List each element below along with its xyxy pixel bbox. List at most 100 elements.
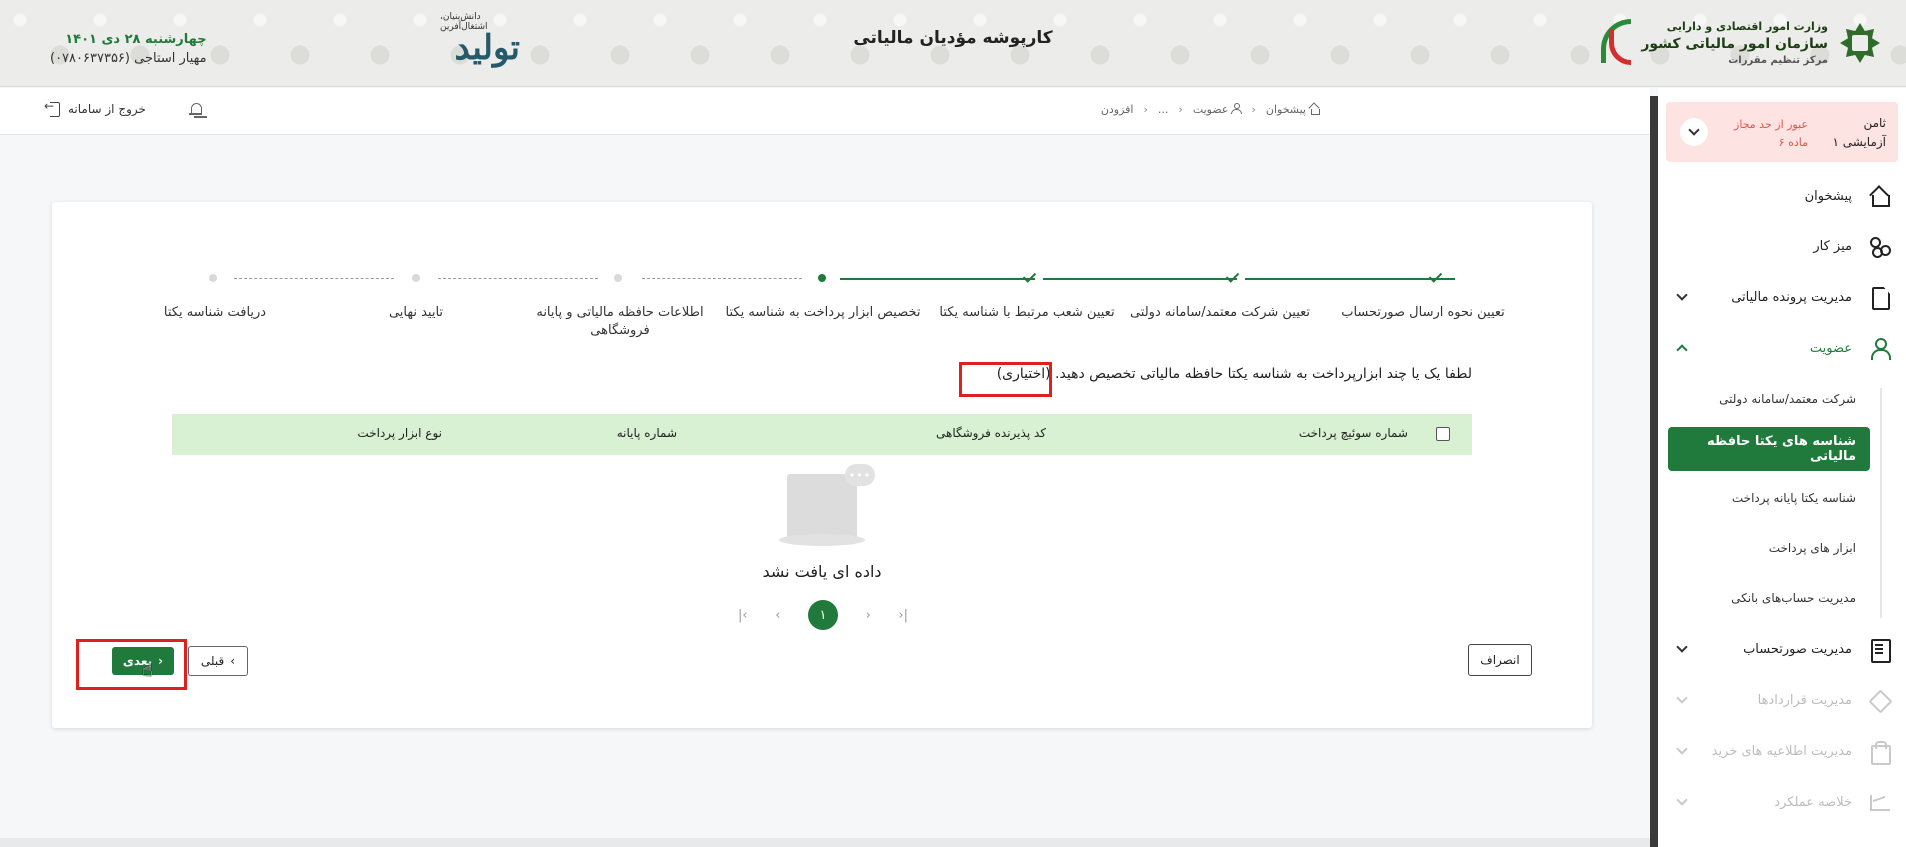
step-connector [1245,278,1455,280]
chevron-left-icon: ‹ [1251,103,1256,116]
home-icon [1868,185,1890,207]
main-card: تعیین نحوه ارسال صورتحساب تعیین شرکت معت… [52,202,1592,728]
chevron-left-icon: ‹ [230,654,236,668]
date-user-box: چهارشنبه ۲۸ دی ۱۴۰۱ مهیار استاجی (۰۷۸۰۶۳… [50,32,207,66]
org-line-3: مرکز تنظیم مقررات [1728,55,1828,66]
chart-icon [1868,791,1890,813]
chevron-down-icon [1676,692,1688,704]
sidebar-item-workdesk[interactable]: میز کار [1658,226,1906,266]
cancel-button[interactable]: انصراف [1468,644,1532,676]
sidebar-subitem-trusted-company[interactable]: شرکت معتمد/سامانه دولتی [1658,379,1906,419]
sidebar-subitem-payment-terminal-id[interactable]: شناسه یکتا پایانه پرداخت [1658,478,1906,518]
sidebar-item-tax-file[interactable]: مدیریت پرونده مالیاتی [1658,277,1906,317]
file-icon [1868,286,1890,308]
step-current-dot [817,273,827,283]
breadcrumb-membership[interactable]: عضویت [1193,103,1243,116]
step-label: اطلاعات حافظه مالیاتی و پایانه فروشگاهی [536,305,704,338]
sidebar-subitem-payment-tools[interactable]: ابزار های پرداخت [1658,528,1906,568]
breadcrumb-ellipsis[interactable]: ... [1158,103,1169,116]
logout-icon [44,99,60,117]
step-pending-dot [208,273,218,283]
hand-cursor-icon [142,660,156,678]
chevron-down-icon [1688,124,1700,136]
step-connector [840,278,1035,280]
step-label: تخصیص ابزار پرداخت به شناسه یکتا [725,305,921,320]
stepper: تعیین نحوه ارسال صورتحساب تعیین شرکت معت… [52,202,1592,342]
sidebar: ثامن آزمایشی ۱ عبور از حد مجاز ماده ۶ پی… [1658,88,1906,847]
instruction-text: لطفا یک یا چند ابزارپرداخت به شناسه یکتا… [996,366,1472,382]
last-page-icon[interactable]: ›| [898,608,908,623]
profile-name: ثامن آزمایشی ۱ [1832,116,1886,149]
column-header: کد پذیرنده فروشگاهی [936,426,1046,440]
tolid-logo: دانش‌بنیان، اشتغال‌آفرین تولید [440,10,520,74]
tolid-word: تولید [454,28,521,68]
step-label: تعیین شعب مرتبط با شناسه یکتا [939,305,1115,320]
step-connector-pending [642,278,802,279]
contract-icon [1868,689,1890,711]
step-label: تعیین شرکت معتمد/سامانه دولتی [1129,305,1311,320]
user-name: مهیار استاجی (۰۷۸۰۶۳۷۳۵۶) [50,51,207,66]
bell-icon[interactable] [188,102,204,118]
page-number[interactable]: ۱ [807,600,838,630]
sidebar-scrollbar[interactable] [1650,96,1658,847]
breadcrumb: پیشخوان ‹ عضویت ‹ ... ‹ افزودن [1101,103,1320,116]
prev-page-icon[interactable]: ‹ [775,608,780,623]
logout-button[interactable]: خروج از سامانه [44,99,146,117]
annotation-highlight-optional [959,362,1052,397]
sidebar-subitem-bank-accounts[interactable]: مدیریت حساب‌های بانکی [1658,578,1906,618]
chevron-down-icon [1676,794,1688,806]
step-connector-pending [234,278,394,279]
bag-icon [1868,740,1891,765]
step-pending-dot [411,273,421,283]
current-date: چهارشنبه ۲۸ دی ۱۴۰۱ [65,32,207,47]
home-icon [1309,104,1320,115]
desk-icon [1868,235,1890,258]
chevron-left-icon: ‹ [1143,103,1148,116]
logout-label: خروج از سامانه [68,102,146,116]
next-page-icon[interactable]: › [866,608,871,623]
table-header: شماره سوئیچ پرداخت کد پذیرنده فروشگاهی ش… [172,414,1472,455]
chevron-right-icon: › [158,654,164,668]
sidebar-item-contracts[interactable]: مدیریت قراردادها [1658,680,1906,720]
chevron-up-icon [1676,344,1688,356]
chevron-down-icon [1676,743,1688,755]
profile-toggle-button[interactable] [1680,118,1708,146]
app-title: کارپوشه مؤدیان مالیاتی [853,28,1053,48]
empty-state-text: داده ای یافت نشد [762,562,882,581]
sidebar-item-performance-summary[interactable]: خلاصه عملکرد [1658,782,1906,822]
sidebar-item-dashboard[interactable]: پیشخوان [1658,176,1906,216]
pagination: |‹ ‹ ۱ › ›| [738,600,908,630]
sidebar-subitem-unique-ids[interactable]: شناسه های یکتا حافظه مالیاتی [1668,427,1870,471]
previous-button[interactable]: قبلی ‹ [188,646,248,676]
first-page-icon[interactable]: |‹ [738,608,748,623]
step-label: دریافت شناسه یکتا [163,305,267,320]
user-icon [1231,103,1243,114]
column-header: نوع ابزار پرداخت [357,426,442,440]
step-connector-pending [438,278,598,279]
chevron-down-icon [1676,289,1688,301]
select-all-checkbox[interactable] [1436,427,1450,441]
step-pending-dot [613,273,623,283]
column-header: شماره پایانه [616,426,677,440]
profile-warning: عبور از حد مجاز ماده ۶ [1734,118,1808,149]
sidebar-item-invoices[interactable]: مدیریت صورتحساب [1658,629,1906,669]
header-bar: خروج از سامانه پیشخوان ‹ عضویت ‹ ... ‹ ا… [0,88,1650,135]
step-done-check-icon [1430,273,1440,283]
column-header: شماره سوئیچ پرداخت [1298,426,1408,440]
invoice-icon [1868,638,1891,663]
profile-alert-card[interactable]: ثامن آزمایشی ۱ عبور از حد مجاز ماده ۶ [1666,102,1898,162]
step-connector [1043,278,1237,280]
step-label: تعیین نحوه ارسال صورتحساب [1341,305,1505,320]
sidebar-item-purchase-notices[interactable]: مدیریت اطلاعیه های خرید [1658,731,1906,771]
bottom-strip [0,838,1650,847]
breadcrumb-current: افزودن [1100,103,1134,116]
user-icon [1868,337,1891,360]
chat-bubble-icon: ••• [845,464,875,486]
step-done-check-icon [1024,273,1034,283]
step-label: تایید نهایی [388,305,444,320]
top-banner: وزارت امور اقتصادی و دارایی سازمان امور … [0,0,1906,87]
breadcrumb-home[interactable]: پیشخوان [1266,103,1320,116]
sidebar-item-membership[interactable]: عضویت [1658,328,1906,368]
step-done-check-icon [1227,273,1237,283]
chevron-down-icon [1676,641,1688,653]
